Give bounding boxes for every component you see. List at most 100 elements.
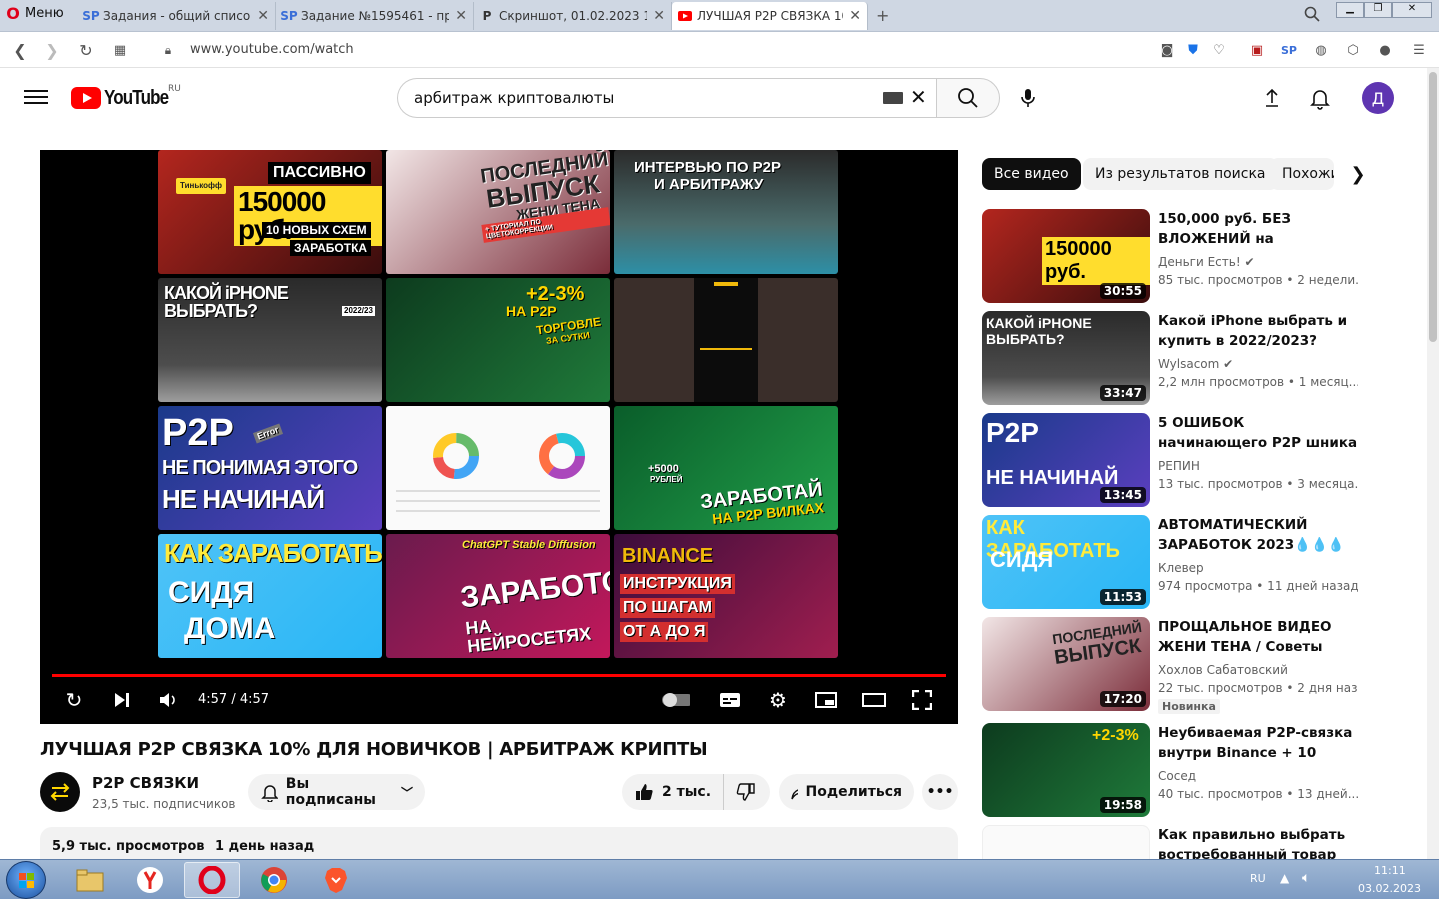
opera-menu-button[interactable]: O Меню xyxy=(6,4,63,23)
endscreen-video[interactable]: КАК ЗАРАБОТАТЬ СИДЯ ДОМА xyxy=(158,534,382,658)
video-thumbnail[interactable] xyxy=(982,825,1150,859)
account-avatar[interactable]: Д xyxy=(1362,82,1394,114)
clock-time[interactable]: 11:11 xyxy=(1374,864,1406,877)
upload-icon[interactable] xyxy=(1260,86,1284,110)
chip-from-search[interactable]: Из результатов поиска xyxy=(1083,158,1278,190)
channel-avatar[interactable] xyxy=(40,772,80,812)
endscreen-video[interactable]: BINANCE ИНСТРУКЦИЯ ПО ШАГАМ ОТ А ДО Я xyxy=(614,534,838,658)
language-indicator[interactable]: RU xyxy=(1250,872,1266,885)
video-player[interactable]: Тинькофф ПАССИВНО 150000 руб. 10 НОВЫХ С… xyxy=(40,150,958,724)
replay-icon[interactable]: ↻ xyxy=(60,686,88,714)
search-input[interactable]: арбитраж криптовалюты xyxy=(397,78,937,118)
video-thumbnail[interactable]: КАК ЗАРАБОТАТЬ СИДЯ 11:53 xyxy=(982,515,1150,609)
channel-name[interactable]: P2P СВЯЗКИ xyxy=(92,774,199,792)
endscreen-text: P2P xyxy=(162,412,234,454)
clear-search-icon[interactable]: ✕ xyxy=(910,86,927,108)
close-tab-icon[interactable]: ✕ xyxy=(849,8,861,24)
video-thumbnail[interactable]: +2-3% 19:58 xyxy=(982,723,1150,817)
notifications-bell-icon[interactable] xyxy=(1308,86,1332,110)
video-thumbnail[interactable]: ПОСЛЕДНИЙ ВЫПУСК 17:20 xyxy=(982,617,1150,711)
endscreen-video[interactable] xyxy=(614,278,838,402)
browser-tab[interactable]: SP Задание №1595461 - прос ✕ xyxy=(276,2,474,30)
endscreen-video[interactable]: КАКОЙ iPHONE ВЫБРАТЬ? 2022/23 xyxy=(158,278,382,402)
close-window-icon[interactable]: ✕ xyxy=(1392,2,1432,18)
bell-icon xyxy=(261,785,278,802)
cube-icon[interactable]: ⬡ xyxy=(1344,41,1362,59)
recommended-video[interactable]: P2P НЕ НАЧИНАЙ 13:45 5 ОШИБОК начинающег… xyxy=(982,413,1422,509)
endscreen-video[interactable] xyxy=(386,406,610,530)
minimize-icon[interactable]: ▁ xyxy=(1336,2,1364,18)
recommended-video[interactable]: +2-3% 19:58 Неубиваемая P2P-связка внутр… xyxy=(982,723,1422,819)
chip-related[interactable]: Похожие xyxy=(1270,158,1334,190)
recommended-video[interactable]: ПОСЛЕДНИЙ ВЫПУСК 17:20 ПРОЩАЛЬНОЕ ВИДЕО … xyxy=(982,617,1422,714)
progress-bar[interactable] xyxy=(52,674,946,677)
camera-icon[interactable]: ◙ xyxy=(1158,41,1176,59)
like-button[interactable]: 2 тыс. xyxy=(622,774,725,810)
endscreen-video[interactable]: +2-3% НА P2P ТОРГОВЛЕ ЗА СУТКИ xyxy=(386,278,610,402)
brave-taskbar-button[interactable] xyxy=(308,862,364,898)
more-actions-icon[interactable]: ••• xyxy=(922,774,958,810)
recommended-video[interactable]: КАКОЙ iPHONE ВЫБРАТЬ? 33:47 Какой iPhone… xyxy=(982,311,1422,407)
url-field[interactable]: www.youtube.com/watch xyxy=(190,42,354,57)
close-tab-icon[interactable]: ✕ xyxy=(653,8,665,24)
endscreen-video[interactable]: P2P Error НЕ ПОНИМАЯ ЭТОГО НЕ НАЧИНАЙ xyxy=(158,406,382,530)
video-thumbnail[interactable]: P2P НЕ НАЧИНАЙ 13:45 xyxy=(982,413,1150,507)
settings-gear-icon[interactable]: ⚙ xyxy=(764,686,792,714)
endscreen-video[interactable]: +5000 РУБЛЕЙ ЗАРАБОТАЙ НА P2P ВИЛКАХ xyxy=(614,406,838,530)
endscreen-video[interactable]: ИНТЕРВЬЮ ПО P2P И АРБИТРАЖУ xyxy=(614,150,838,274)
chevron-right-icon[interactable]: ❯ xyxy=(1346,162,1370,186)
browser-tab-active[interactable]: ЛУЧШАЯ P2P СВЯЗКА 10% ✕ xyxy=(672,2,868,30)
endscreen-video[interactable]: ChatGPT Stable Diffusion ЗАРАБОТОК НА НЕ… xyxy=(386,534,610,658)
restore-icon[interactable]: ❐ xyxy=(1364,2,1392,18)
endscreen-video[interactable]: Тинькофф ПАССИВНО 150000 руб. 10 НОВЫХ С… xyxy=(158,150,382,274)
new-tab-icon[interactable]: + xyxy=(876,6,889,25)
reload-icon[interactable]: ↻ xyxy=(76,40,96,60)
back-icon[interactable]: ❮ xyxy=(10,40,30,60)
chip-all-videos[interactable]: Все видео xyxy=(982,158,1081,190)
globe-icon[interactable]: ◍ xyxy=(1312,41,1330,59)
clock-date[interactable]: 03.02.2023 xyxy=(1358,882,1421,895)
opera-taskbar-button[interactable] xyxy=(184,862,240,898)
video-thumbnail[interactable]: 150000 руб. 30:55 xyxy=(982,209,1150,303)
sp-extension-icon[interactable]: SP xyxy=(1280,41,1298,59)
forward-icon[interactable]: ❯ xyxy=(42,40,62,60)
easy-setup-icon[interactable]: ☰ xyxy=(1410,41,1428,59)
profile-icon[interactable]: ● xyxy=(1376,41,1394,59)
recommended-video[interactable]: КАК ЗАРАБОТАТЬ СИДЯ 11:53 АВТОМАТИЧЕСКИЙ… xyxy=(982,515,1422,611)
close-tab-icon[interactable]: ✕ xyxy=(455,8,467,24)
close-tab-icon[interactable]: ✕ xyxy=(257,8,269,24)
recommended-video[interactable]: Как правильно выбрать востребованный тов… xyxy=(982,825,1422,859)
endscreen-video[interactable]: ПОСЛЕДНИЙ ВЫПУСК ЖЕНИ ТЕНА + ТУТОРИАЛ ПО… xyxy=(386,150,610,274)
speed-dial-icon[interactable]: ▦ xyxy=(110,40,130,60)
recommended-video[interactable]: 150000 руб. 30:55 150,000 руб. БЕЗ ВЛОЖЕ… xyxy=(982,209,1422,305)
scrollbar-thumb[interactable] xyxy=(1429,72,1437,342)
share-button[interactable]: Поделиться xyxy=(779,774,914,810)
youtube-logo[interactable]: YouTube RU xyxy=(71,84,181,110)
hamburger-menu-icon[interactable] xyxy=(24,86,48,110)
mail-extension-icon[interactable]: ▣ xyxy=(1248,41,1266,59)
start-button[interactable] xyxy=(6,861,46,899)
vpn-shield-icon[interactable]: ⛊ xyxy=(1184,41,1202,59)
chrome-taskbar-button[interactable] xyxy=(246,862,302,898)
tab-search-icon[interactable] xyxy=(1304,6,1320,26)
fullscreen-icon[interactable] xyxy=(908,686,936,714)
search-button[interactable] xyxy=(936,78,1000,118)
browser-tab[interactable]: P Скриншот, 01.02.2023 18:2 ✕ xyxy=(474,2,672,30)
microphone-icon[interactable] xyxy=(1016,86,1040,110)
subscribed-button[interactable]: Вы подписаны ﹀ xyxy=(248,774,425,810)
volume-tray-icon[interactable]: 🔈︎ xyxy=(1302,870,1310,886)
dislike-button[interactable] xyxy=(724,782,768,802)
explorer-taskbar-button[interactable] xyxy=(62,862,118,898)
video-thumbnail[interactable]: КАКОЙ iPHONE ВЫБРАТЬ? 33:47 xyxy=(982,311,1150,405)
subtitles-icon[interactable] xyxy=(716,686,744,714)
tray-arrow-icon[interactable]: ▲ xyxy=(1280,871,1289,885)
heart-icon[interactable]: ♡ xyxy=(1210,41,1228,59)
keyboard-icon[interactable] xyxy=(883,92,903,104)
next-icon[interactable] xyxy=(108,686,136,714)
yandex-taskbar-button[interactable] xyxy=(122,862,178,898)
volume-icon[interactable] xyxy=(154,686,182,714)
miniplayer-icon[interactable] xyxy=(812,686,840,714)
autoplay-toggle[interactable] xyxy=(662,686,690,714)
theater-mode-icon[interactable] xyxy=(860,686,888,714)
browser-tab[interactable]: SP Задания - общий список з ✕ xyxy=(78,2,276,30)
